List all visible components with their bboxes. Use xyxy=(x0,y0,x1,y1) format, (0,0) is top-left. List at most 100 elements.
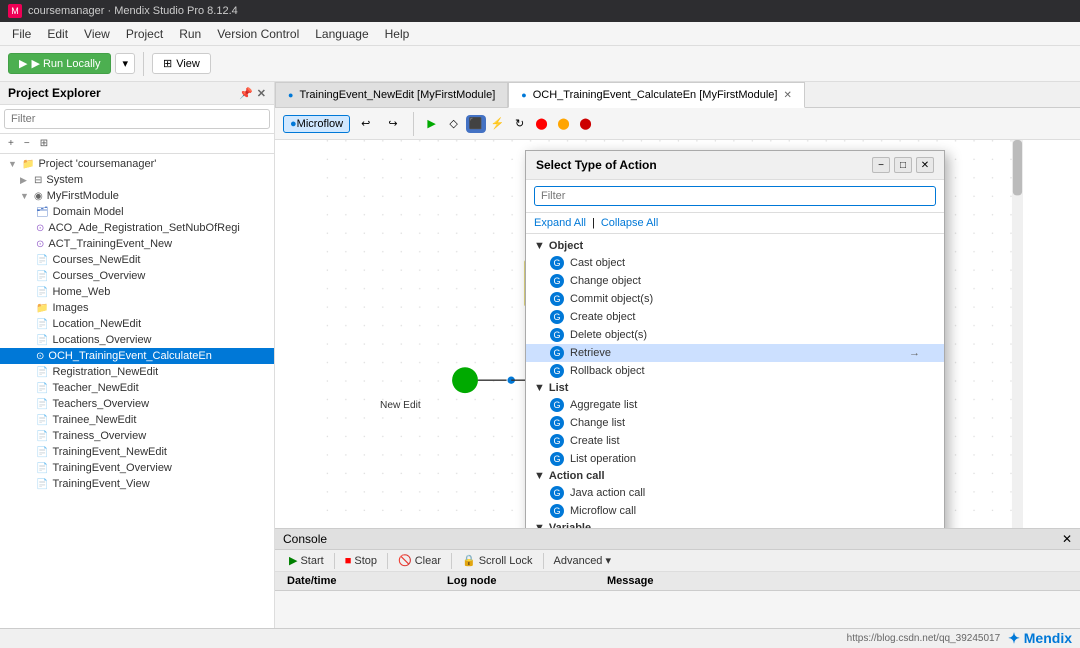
flow-icon-start[interactable]: ▶ xyxy=(422,115,442,133)
action-commit-object[interactable]: G Commit object(s) xyxy=(526,290,944,308)
menu-file[interactable]: File xyxy=(4,25,39,43)
flow-icon-orange[interactable]: ⬤ xyxy=(554,115,574,133)
clear-label: Clear xyxy=(415,555,441,567)
action-aggregate-list[interactable]: G Aggregate list xyxy=(526,396,944,414)
action-cast-object[interactable]: G Cast object xyxy=(526,254,944,272)
dialog-minimize-button[interactable]: − xyxy=(872,157,890,173)
microflow-canvas[interactable]: Activity TrainingEvent TrainingEvent New… xyxy=(275,140,1080,528)
action-list-operation[interactable]: G List operation xyxy=(526,450,944,468)
flow-icon-red[interactable]: ⬤ xyxy=(532,115,552,133)
tab-training-event-newedit[interactable]: ● TrainingEvent_NewEdit [MyFirstModule] xyxy=(275,82,508,107)
lock-icon: 🔒 xyxy=(462,554,476,567)
flow-icon-activity[interactable]: ⬛ xyxy=(466,115,486,133)
action-microflow-call[interactable]: G Microflow call xyxy=(526,502,944,520)
tree-item-images[interactable]: 📁 Images xyxy=(0,300,274,316)
tree-item-label: TrainingEvent_NewEdit xyxy=(52,446,167,458)
tree-item-trainingevent-overview[interactable]: 📄 TrainingEvent_Overview xyxy=(0,460,274,476)
tree-item-aco[interactable]: ⊙ ACO_Ade_Registration_SetNubOfRegi xyxy=(0,220,274,236)
expand-all-link[interactable]: Expand All xyxy=(534,217,586,229)
title-bar: M coursemanager · Mendix Studio Pro 8.12… xyxy=(0,0,1080,22)
menu-run[interactable]: Run xyxy=(171,25,209,43)
menu-version-control[interactable]: Version Control xyxy=(209,25,307,43)
page-icon: 📄 xyxy=(36,479,48,490)
menu-language[interactable]: Language xyxy=(307,25,376,43)
action-rollback-object[interactable]: G Rollback object xyxy=(526,362,944,380)
tab-och-training-event[interactable]: ● OCH_TrainingEvent_CalculateEn [MyFirst… xyxy=(508,82,805,108)
tree-item-och[interactable]: ⊙ OCH_TrainingEvent_CalculateEn xyxy=(0,348,274,364)
console-close-icon[interactable]: ✕ xyxy=(1062,532,1072,546)
flow-icon-loop[interactable]: ↻ xyxy=(510,115,530,133)
tree-item-trainee-newedit[interactable]: 📄 Trainee_NewEdit xyxy=(0,412,274,428)
sidebar-search-input[interactable] xyxy=(4,109,270,129)
tree-item-domain-model[interactable]: 🗂 Domain Model xyxy=(0,204,274,220)
view-button[interactable]: ⊞ View xyxy=(152,53,211,74)
console-scroll-lock-button[interactable]: 🔒 Scroll Lock xyxy=(456,552,539,569)
tree-item-act-training[interactable]: ⊙ ACT_TrainingEvent_New xyxy=(0,236,274,252)
microflow-icon: ● xyxy=(290,118,297,130)
dialog-close-button[interactable]: ✕ xyxy=(916,157,934,173)
menu-help[interactable]: Help xyxy=(377,25,418,43)
action-create-list[interactable]: G Create list xyxy=(526,432,944,450)
dialog-maximize-button[interactable]: □ xyxy=(894,157,912,173)
action-change-list[interactable]: G Change list xyxy=(526,414,944,432)
sidebar-remove-button[interactable]: − xyxy=(20,136,34,151)
menu-edit[interactable]: Edit xyxy=(39,25,76,43)
flow-icon-end[interactable]: ⬤ xyxy=(576,115,596,133)
tree-myfirstmodule[interactable]: ▼ ◉ MyFirstModule xyxy=(0,188,274,204)
tab-close-button[interactable]: ✕ xyxy=(783,90,791,101)
canvas-tool-2[interactable]: ↪ xyxy=(381,114,404,133)
tree-item-locations-overview[interactable]: 📄 Locations_Overview xyxy=(0,332,274,348)
tree-item-registration[interactable]: 📄 Registration_NewEdit xyxy=(0,364,274,380)
action-label: Create object xyxy=(570,311,635,323)
dialog-filter-input[interactable] xyxy=(534,186,936,206)
mendix-logo: ✦ Mendix xyxy=(1008,630,1072,647)
tree-project-root[interactable]: ▼ 📁 Project 'coursemanager' xyxy=(0,156,274,172)
console-stop-button[interactable]: ■ Stop xyxy=(339,553,383,569)
tree-item-label: Registration_NewEdit xyxy=(52,366,158,378)
console-clear-button[interactable]: 🚫 Clear xyxy=(392,552,447,569)
action-delete-object[interactable]: G Delete object(s) xyxy=(526,326,944,344)
module-icon: ◉ xyxy=(34,191,43,202)
sidebar-close-icon[interactable]: ✕ xyxy=(257,87,266,100)
sidebar-properties-button[interactable]: ⊞ xyxy=(36,136,52,151)
menu-project[interactable]: Project xyxy=(118,25,171,43)
tree-item-courses-overview[interactable]: 📄 Courses_Overview xyxy=(0,268,274,284)
flow-icon-diamond[interactable]: ◇ xyxy=(444,115,464,133)
console-start-button[interactable]: ▶ Start xyxy=(283,552,330,569)
col-lognode: Log node xyxy=(443,574,603,588)
action-java-call[interactable]: G Java action call xyxy=(526,484,944,502)
tree-system[interactable]: ▶ ⊟ System xyxy=(0,172,274,188)
sidebar-pin-icon[interactable]: 📌 xyxy=(239,87,253,100)
tree-item-trainess-overview[interactable]: 📄 Trainess_Overview xyxy=(0,428,274,444)
tree-item-trainingevent-newedit[interactable]: 📄 TrainingEvent_NewEdit xyxy=(0,444,274,460)
category-action-call[interactable]: ▼ Action call xyxy=(526,468,944,484)
canvas-tool-1[interactable]: ↩ xyxy=(354,114,377,133)
category-list[interactable]: ▼ List xyxy=(526,380,944,396)
collapse-all-link[interactable]: Collapse All xyxy=(601,217,658,229)
title-text: coursemanager · Mendix Studio Pro 8.12.4 xyxy=(28,5,238,17)
flow-icon-split[interactable]: ⚡ xyxy=(488,115,508,133)
console-toolbar: ▶ Start ■ Stop 🚫 Clear 🔒 xyxy=(275,550,1080,572)
category-variable[interactable]: ▼ Variable xyxy=(526,520,944,528)
action-retrieve[interactable]: G Retrieve → xyxy=(526,344,944,362)
run-dropdown[interactable]: ▾ xyxy=(115,53,135,74)
menu-view[interactable]: View xyxy=(76,25,118,43)
console-advanced-button[interactable]: Advanced ▾ xyxy=(548,552,617,569)
run-locally-button[interactable]: ▶ ▶ Run Locally xyxy=(8,53,111,74)
action-create-object[interactable]: G Create object xyxy=(526,308,944,326)
console-table: Date/time Log node Message xyxy=(275,572,1080,628)
sidebar-add-button[interactable]: + xyxy=(4,136,18,151)
page-icon: 📄 xyxy=(36,383,48,394)
tree-item-location-newedit[interactable]: 📄 Location_NewEdit xyxy=(0,316,274,332)
tree-item-teachers-overview[interactable]: 📄 Teachers_Overview xyxy=(0,396,274,412)
category-object[interactable]: ▼ Object xyxy=(526,238,944,254)
action-change-object[interactable]: G Change object xyxy=(526,272,944,290)
tree-item-courses-newedit[interactable]: 📄 Courses_NewEdit xyxy=(0,252,274,268)
dialog-content: ▼ Object G Cast object G Change object xyxy=(526,234,944,528)
status-bar: https://blog.csdn.net/qq_39245017 ✦ Mend… xyxy=(0,628,1080,648)
tree-item-home-web[interactable]: 📄 Home_Web xyxy=(0,284,274,300)
canvas-separator xyxy=(413,112,414,136)
tree-item-trainingevent-view[interactable]: 📄 TrainingEvent_View xyxy=(0,476,274,492)
microflow-tab-button[interactable]: ● Microflow xyxy=(283,115,350,133)
tree-item-teacher-newedit[interactable]: 📄 Teacher_NewEdit xyxy=(0,380,274,396)
